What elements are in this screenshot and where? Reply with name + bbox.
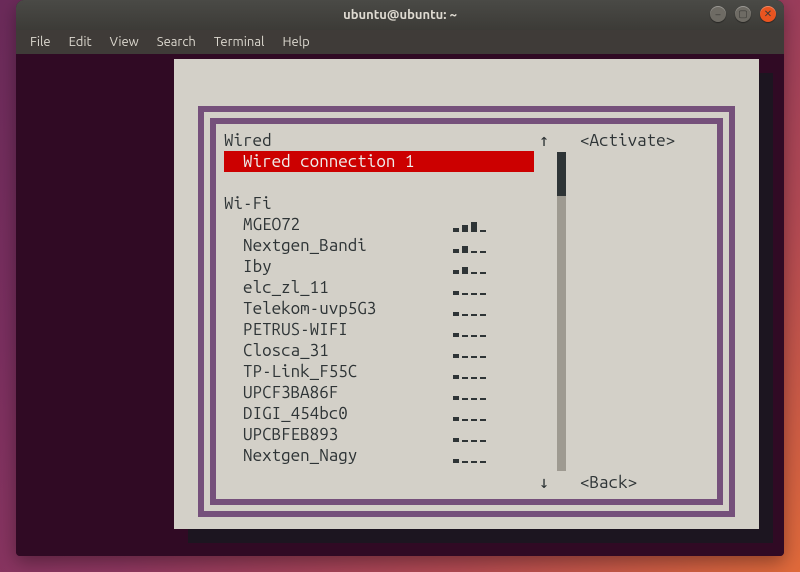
wifi-item[interactable]: Nextgen_Bandi	[224, 235, 534, 256]
maximize-icon: ▢	[738, 8, 747, 20]
wired-header: Wired	[224, 130, 534, 151]
wifi-label: DIGI_454bc0	[243, 403, 453, 424]
wifi-item[interactable]: Iby	[224, 256, 534, 277]
nmtui-panel: Wired Wired connection 1 Wi-Fi MGEO72 Ne…	[174, 59, 759, 529]
wifi-label: elc_zl_11	[243, 277, 453, 298]
maximize-button[interactable]: ▢	[735, 6, 751, 22]
wifi-item[interactable]: Closca_31	[224, 340, 534, 361]
wifi-item[interactable]: TP-Link_F55C	[224, 361, 534, 382]
wifi-label: PETRUS-WIFI	[243, 319, 453, 340]
menu-search[interactable]: Search	[149, 33, 204, 51]
scrollbar-track[interactable]	[554, 130, 568, 493]
wifi-item[interactable]: DIGI_454bc0	[224, 403, 534, 424]
wifi-item[interactable]: elc_zl_11	[224, 277, 534, 298]
signal-icon	[453, 343, 493, 358]
inner-frame: Wired Wired connection 1 Wi-Fi MGEO72 Ne…	[210, 118, 723, 505]
terminal-window: ubuntu@ubuntu: ~ – ▢ ✕ File Edit View Se…	[16, 0, 784, 556]
scrollbar[interactable]	[557, 152, 566, 471]
wifi-item[interactable]: UPCF3BA86F	[224, 382, 534, 403]
back-button[interactable]: <Back>	[580, 472, 700, 493]
spacer-row	[224, 172, 534, 193]
signal-icon	[453, 385, 493, 400]
signal-icon	[453, 364, 493, 379]
wifi-item[interactable]: Nextgen_Nagy	[224, 445, 534, 466]
window-controls: – ▢ ✕	[710, 6, 776, 22]
signal-icon	[453, 217, 493, 232]
arrow-column: ↑ ↓	[534, 130, 554, 493]
content: Wired Wired connection 1 Wi-Fi MGEO72 Ne…	[224, 130, 711, 493]
wifi-label: UPCBFEB893	[243, 424, 453, 445]
wifi-label: MGEO72	[243, 214, 453, 235]
menu-view[interactable]: View	[102, 33, 147, 51]
outer-frame: Wired Wired connection 1 Wi-Fi MGEO72 Ne…	[198, 106, 735, 517]
wifi-label: Iby	[243, 256, 453, 277]
connection-list[interactable]: Wired Wired connection 1 Wi-Fi MGEO72 Ne…	[224, 130, 534, 493]
signal-icon	[453, 238, 493, 253]
action-column: <Activate> <Back>	[580, 130, 700, 493]
scroll-down-arrow-icon[interactable]: ↓	[534, 472, 554, 493]
wifi-item[interactable]: PETRUS-WIFI	[224, 319, 534, 340]
signal-icon	[453, 406, 493, 421]
menu-file[interactable]: File	[22, 33, 59, 51]
wifi-label: Telekom-uvp5G3	[243, 298, 453, 319]
close-icon: ✕	[764, 8, 772, 20]
signal-icon	[453, 322, 493, 337]
wifi-label: Closca_31	[243, 340, 453, 361]
signal-icon	[453, 280, 493, 295]
wifi-item[interactable]: MGEO72	[224, 214, 534, 235]
activate-button[interactable]: <Activate>	[580, 130, 700, 151]
menu-terminal[interactable]: Terminal	[206, 33, 273, 51]
wired-connection-item[interactable]: Wired connection 1	[224, 151, 534, 172]
close-button[interactable]: ✕	[760, 6, 776, 22]
menu-help[interactable]: Help	[274, 33, 317, 51]
minimize-icon: –	[716, 9, 721, 20]
signal-icon	[453, 301, 493, 316]
wifi-header: Wi-Fi	[224, 193, 534, 214]
wired-item-label: Wired connection 1	[243, 152, 414, 171]
window-title: ubuntu@ubuntu: ~	[16, 8, 784, 22]
menubar: File Edit View Search Terminal Help	[16, 30, 784, 54]
wifi-item[interactable]: Telekom-uvp5G3	[224, 298, 534, 319]
wifi-label: TP-Link_F55C	[243, 361, 453, 382]
titlebar[interactable]: ubuntu@ubuntu: ~ – ▢ ✕	[16, 0, 784, 30]
menu-edit[interactable]: Edit	[61, 33, 100, 51]
scrollbar-thumb[interactable]	[557, 152, 566, 196]
wifi-label: UPCF3BA86F	[243, 382, 453, 403]
scroll-up-arrow-icon[interactable]: ↑	[534, 130, 554, 151]
signal-icon	[453, 427, 493, 442]
wifi-label: Nextgen_Nagy	[243, 445, 453, 466]
wifi-label: Nextgen_Bandi	[243, 235, 453, 256]
wifi-item[interactable]: UPCBFEB893	[224, 424, 534, 445]
signal-icon	[453, 448, 493, 463]
signal-icon	[453, 259, 493, 274]
minimize-button[interactable]: –	[710, 6, 726, 22]
